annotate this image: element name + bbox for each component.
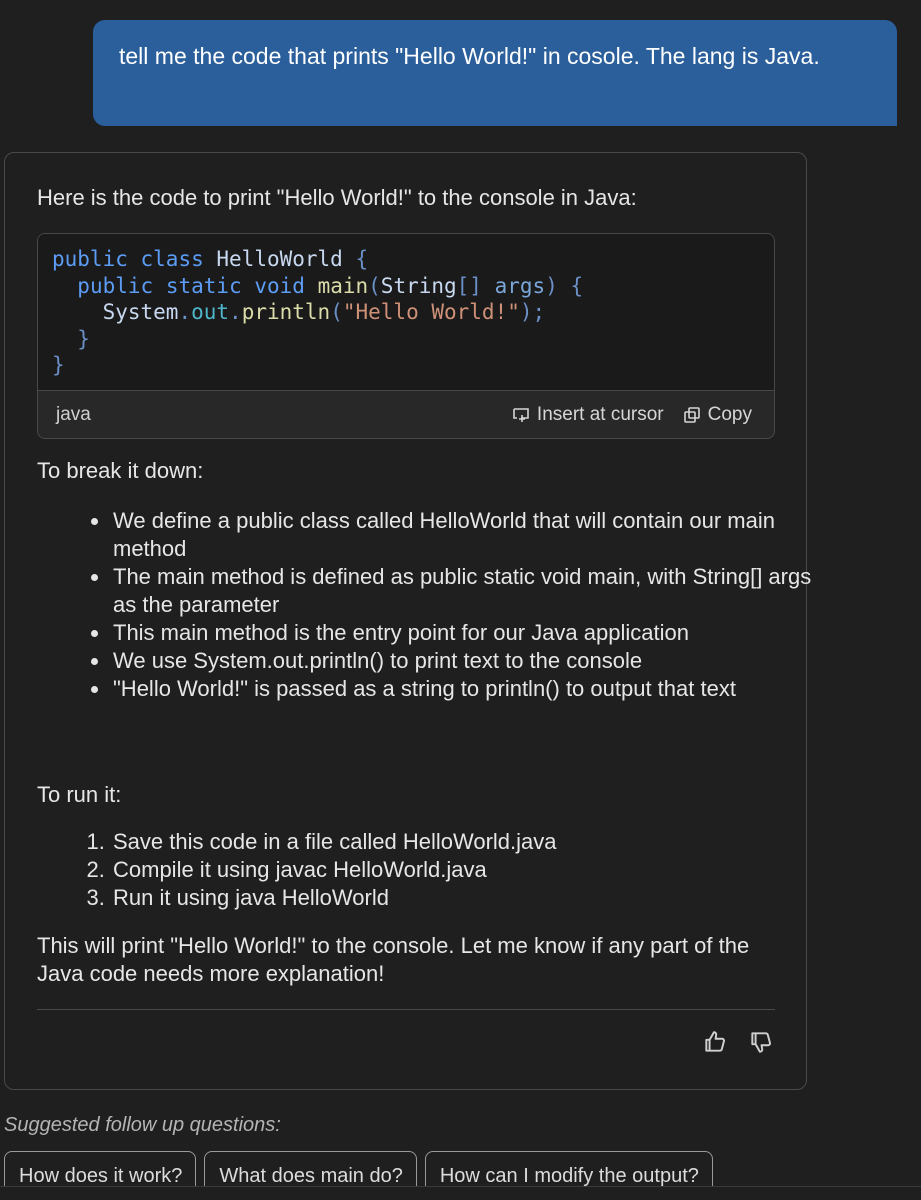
code-language-label: java: [56, 404, 91, 425]
code-block: public class HelloWorld { public static …: [37, 233, 775, 439]
list-item: Compile it using javac HelloWorld.java: [111, 856, 831, 884]
chat-page: tell me the code that prints "Hello Worl…: [0, 0, 921, 1200]
code-footer: java Insert at cursor Copy: [38, 390, 774, 438]
run-steps-list: Save this code in a file called HelloWor…: [37, 828, 831, 912]
list-item: "Hello World!" is passed as a string to …: [111, 675, 831, 703]
thumbs-down-icon[interactable]: [748, 1029, 774, 1055]
response-intro: Here is the code to print "Hello World!"…: [37, 185, 637, 210]
divider: [37, 1009, 775, 1010]
list-item: Run it using java HelloWorld: [111, 884, 831, 912]
list-item: Save this code in a file called HelloWor…: [111, 828, 831, 856]
feedback-controls: [702, 1029, 774, 1055]
list-item: We use System.out.println() to print tex…: [111, 647, 831, 675]
code-area[interactable]: public class HelloWorld { public static …: [38, 234, 774, 391]
user-message-text: tell me the code that prints "Hello Worl…: [119, 43, 820, 69]
list-item: The main method is defined as public sta…: [111, 563, 831, 619]
bottom-edge: [0, 1186, 921, 1200]
code-content: public class HelloWorld { public static …: [52, 247, 584, 377]
assistant-response-card: Here is the code to print "Hello World!"…: [4, 152, 811, 1090]
list-item: This main method is the entry point for …: [111, 619, 831, 647]
insert-at-cursor-button[interactable]: Insert at cursor: [511, 404, 664, 426]
copy-label: Copy: [707, 404, 752, 425]
list-item: We define a public class called HelloWor…: [111, 507, 831, 563]
closing-text: This will print "Hello World!" to the co…: [37, 933, 750, 986]
user-message-bubble: tell me the code that prints "Hello Worl…: [93, 20, 897, 126]
suggestions-label: Suggested follow up questions:: [4, 1114, 281, 1136]
insert-icon: [511, 405, 531, 425]
insert-at-cursor-label: Insert at cursor: [536, 404, 664, 425]
copy-button[interactable]: Copy: [682, 404, 752, 426]
run-heading: To run it:: [37, 782, 122, 807]
breakdown-list: We define a public class called HelloWor…: [37, 507, 831, 703]
thumbs-up-icon[interactable]: [702, 1029, 728, 1055]
breakdown-heading: To break it down:: [37, 458, 204, 483]
copy-icon: [682, 405, 702, 425]
